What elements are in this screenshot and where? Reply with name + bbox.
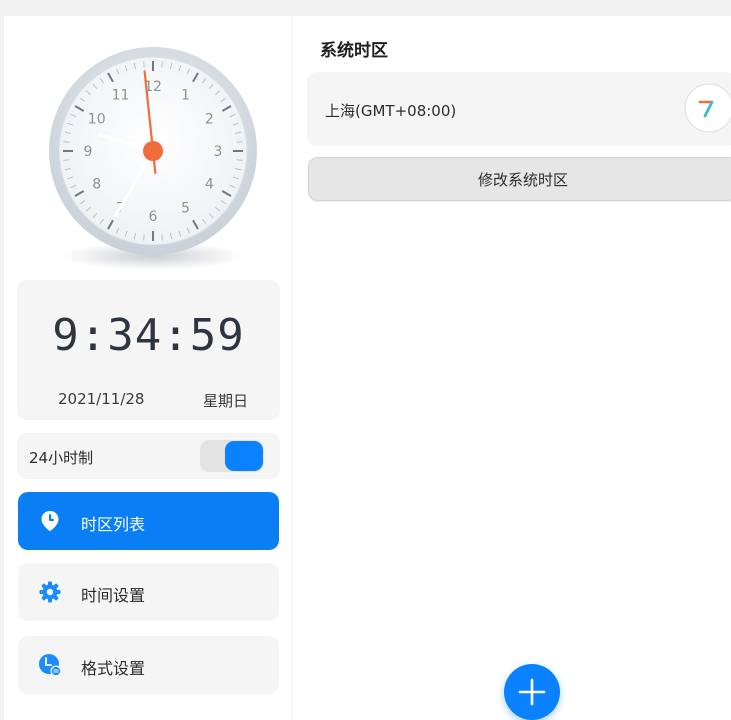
24-hour-toggle-row: 24小时制 xyxy=(17,433,280,479)
nav-label-format-settings: 格式设置 xyxy=(81,659,146,678)
clock-tick xyxy=(161,61,163,68)
date-text: 2021/11/28 xyxy=(58,390,145,408)
clock-numeral: 10 xyxy=(88,112,106,128)
top-strip xyxy=(0,0,731,16)
right-panel: 系统时区 上海(GMT+08:00) 修改系统时区 xyxy=(293,16,731,720)
time-card: 9:34:59 2021/11/28 星期日 xyxy=(17,280,280,420)
clock-tick xyxy=(63,159,70,161)
24-hour-label: 24小时制 xyxy=(29,449,94,467)
analog-clock: 121234567891011 xyxy=(48,46,258,278)
format-icon xyxy=(39,654,62,677)
nav-label-timezone-list: 时区列表 xyxy=(81,515,146,534)
nav-item-format-settings[interactable]: 格式设置 xyxy=(18,636,279,694)
modify-button-label: 修改系统时区 xyxy=(477,170,568,189)
clock-numeral: 4 xyxy=(205,177,214,193)
clock-numeral: 9 xyxy=(84,144,93,160)
section-title: 系统时区 xyxy=(320,41,388,61)
plus-icon xyxy=(518,678,546,706)
nav-item-timezone-list[interactable]: 时区列表 xyxy=(18,492,279,550)
clock-numeral: 6 xyxy=(149,209,158,225)
switch-knob xyxy=(225,441,263,471)
timezone-clock-icon xyxy=(684,83,731,133)
analog-clock-face: 121234567891011 xyxy=(49,47,257,270)
clock-tick xyxy=(161,234,163,241)
clock-numeral: 11 xyxy=(112,88,130,104)
clock-numeral: 5 xyxy=(181,200,190,216)
add-timezone-button[interactable] xyxy=(504,664,560,720)
24-hour-switch[interactable] xyxy=(200,440,264,472)
timezone-pin-icon xyxy=(41,511,59,531)
clock-tick xyxy=(236,141,243,143)
clock-tick xyxy=(143,234,145,241)
clock-tick xyxy=(63,141,70,143)
clock-tick xyxy=(143,61,145,68)
clock-tick xyxy=(236,159,243,161)
timezone-name: 上海(GMT+08:00) xyxy=(325,102,457,120)
clock-numeral: 3 xyxy=(214,144,223,160)
clock-numeral: 2 xyxy=(205,112,214,128)
digital-time: 9:34:59 xyxy=(52,310,245,361)
nav-item-time-settings[interactable]: 时间设置 xyxy=(18,563,279,621)
clock-numeral: 1 xyxy=(181,88,190,104)
timezone-row[interactable]: 上海(GMT+08:00) xyxy=(307,72,731,146)
modify-system-timezone-button[interactable]: 修改系统时区 xyxy=(308,157,731,201)
nav-label-time-settings: 时间设置 xyxy=(81,586,146,605)
clock-numeral: 8 xyxy=(92,177,101,193)
weekday-text: 星期日 xyxy=(203,392,249,410)
clock-center-cap xyxy=(143,141,163,161)
left-panel: 121234567891011 9:34:59 2021/11/28 星期日 2… xyxy=(4,16,292,720)
gear-icon xyxy=(39,581,61,603)
